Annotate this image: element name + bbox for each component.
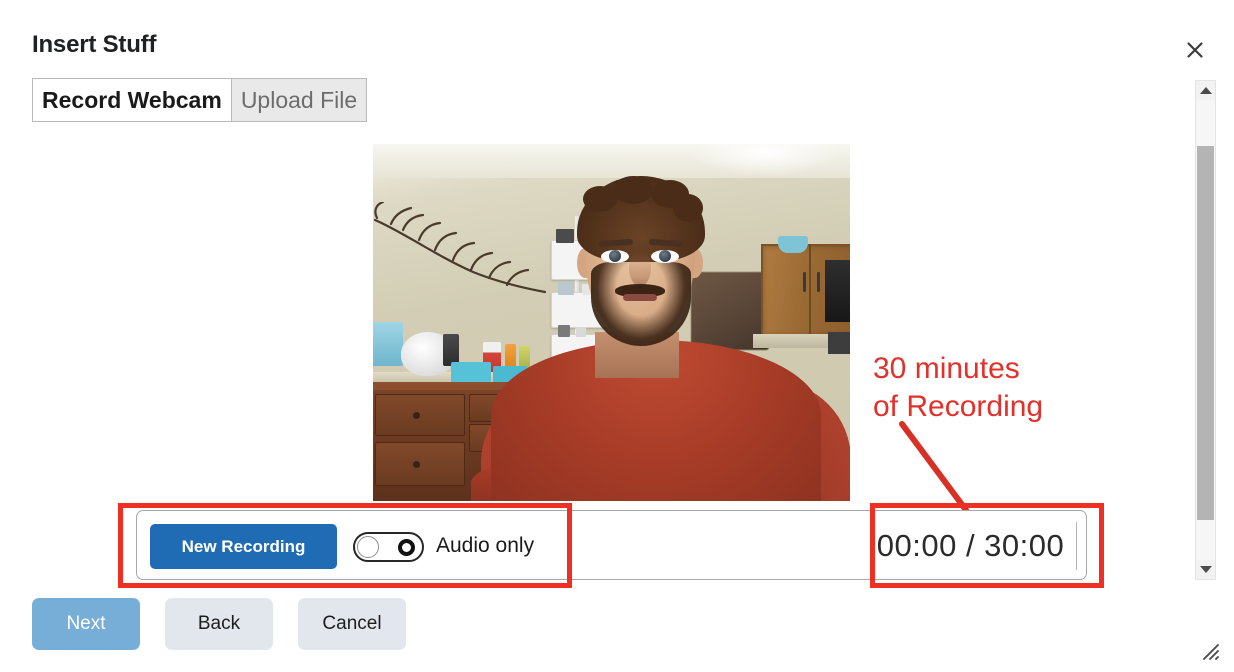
- resize-grip-icon[interactable]: [1201, 642, 1221, 662]
- preview-bowl: [778, 236, 808, 253]
- next-button[interactable]: Next: [32, 598, 140, 650]
- preview-cabinet-handle: [817, 272, 820, 292]
- page-title: Insert Stuff: [32, 31, 157, 58]
- toggle-knob-off: [357, 536, 379, 558]
- preview-person-iris: [609, 250, 621, 262]
- triangle-down-icon: [1199, 566, 1212, 573]
- annotation-line-1: 30 minutes: [873, 352, 1020, 385]
- scrollbar-thumb[interactable]: [1197, 146, 1214, 520]
- insert-stuff-dialog: Insert Stuff Record Webcam Upload File 3…: [0, 0, 1234, 672]
- preview-microwave: [825, 260, 850, 322]
- tab-record-webcam[interactable]: Record Webcam: [32, 78, 231, 122]
- cancel-button[interactable]: Cancel: [298, 598, 406, 650]
- tab-record-webcam-label: Record Webcam: [42, 86, 222, 113]
- preview-branch-decor: [373, 202, 547, 294]
- scroll-down-button[interactable]: [1196, 560, 1215, 579]
- new-recording-button[interactable]: New Recording: [150, 524, 337, 569]
- tab-upload-file[interactable]: Upload File: [230, 78, 368, 122]
- recording-timer: 00:00 / 30:00: [876, 528, 1065, 563]
- triangle-up-icon: [1199, 87, 1212, 94]
- toggle-knob-on: [398, 539, 415, 556]
- preview-ceiling-light: [690, 144, 840, 176]
- preview-person-iris: [659, 250, 671, 262]
- audio-only-toggle[interactable]: [353, 532, 424, 562]
- close-button[interactable]: [1180, 36, 1210, 64]
- webcam-preview[interactable]: [373, 144, 850, 501]
- recording-control-bar: New Recording Audio only 00:00 / 30:00: [136, 510, 1087, 580]
- annotation-line-2: of Recording: [873, 390, 1044, 424]
- arrow-line-icon: [899, 421, 969, 513]
- scroll-up-button[interactable]: [1196, 81, 1215, 100]
- annotation-label: 30 minutes of Recording: [873, 350, 1043, 426]
- close-icon: [1185, 40, 1205, 60]
- footer-actions: Next Back Cancel: [32, 598, 406, 650]
- preview-person-mouth: [623, 294, 657, 301]
- audio-only-label: Audio only: [436, 534, 535, 557]
- tabstrip: Record Webcam Upload File: [32, 78, 368, 122]
- tab-upload-file-label: Upload File: [240, 86, 358, 113]
- preview-person-hair: [577, 176, 705, 262]
- preview-person-nose: [629, 252, 651, 286]
- preview-cabinet-divider: [809, 244, 811, 334]
- back-button[interactable]: Back: [165, 598, 273, 650]
- preview-cabinet-handle: [803, 272, 806, 292]
- preview-knife-block: [828, 332, 850, 354]
- preview-bin: [373, 322, 403, 366]
- timer-divider: [1076, 522, 1077, 570]
- scrollbar[interactable]: [1195, 80, 1216, 580]
